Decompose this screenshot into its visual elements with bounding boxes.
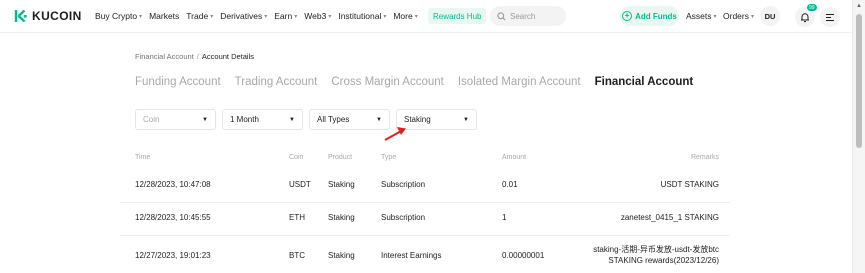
scroll-up-icon[interactable]: ▲: [856, 3, 862, 9]
cell-remarks: staking-活期-异币发放-usdt-发放btc: [593, 245, 719, 254]
nav-web3[interactable]: Web3 ▾: [304, 11, 331, 21]
cell-remarks-line2: STAKING rewards(2023/12/26): [608, 256, 719, 265]
cell-time: 12/27/2023, 19:01:23: [135, 251, 211, 260]
cell-amount: 0.00000001: [502, 251, 545, 260]
plus-icon: +: [622, 11, 633, 21]
cell-product: Staking: [328, 180, 355, 189]
cell-time: 12/28/2023, 10:47:08: [135, 180, 211, 189]
type-select[interactable]: All Types ▼: [309, 109, 390, 130]
caret-down-icon: ▼: [202, 116, 208, 123]
column-remarks: Remarks: [690, 154, 719, 161]
breadcrumb: Financial Account / Account Details: [135, 52, 254, 61]
cell-coin: ETH: [289, 213, 305, 222]
nav-earn[interactable]: Earn ▾: [274, 11, 297, 21]
nav-institutional[interactable]: Institutional ▾: [338, 11, 386, 21]
search-placeholder: Search: [510, 11, 536, 21]
nav-assets[interactable]: Assets ▾: [686, 11, 717, 21]
nav-buy-crypto[interactable]: Buy Crypto ▾: [95, 11, 142, 21]
nav-derivatives[interactable]: Derivatives ▾: [220, 11, 267, 21]
cell-product: Staking: [328, 213, 355, 222]
tab-trading-account[interactable]: Trading Account: [235, 76, 318, 88]
add-funds-label: Add Funds: [635, 11, 677, 21]
cell-remarks: USDT STAKING: [660, 180, 719, 189]
kucoin-logo-icon: [14, 9, 27, 23]
period-select[interactable]: 1 Month ▼: [222, 109, 303, 130]
nav-trade[interactable]: Trade ▾: [186, 11, 213, 21]
nav-orders[interactable]: Orders ▾: [723, 11, 754, 21]
cell-type: Subscription: [381, 180, 426, 189]
cell-remarks: zanetest_0415_1 STAKING: [620, 213, 719, 222]
search-icon: [497, 11, 506, 20]
product-select-value: Staking: [404, 115, 431, 124]
column-time: Time: [135, 154, 151, 161]
menu-button[interactable]: [820, 7, 840, 27]
cell-time: 12/28/2023, 10:45:55: [135, 213, 211, 222]
chevron-down-icon: ▾: [383, 13, 387, 20]
breadcrumb-separator: /: [196, 52, 199, 61]
caret-down-icon: ▼: [463, 116, 469, 123]
rewards-hub-button[interactable]: Rewards Hub: [428, 8, 487, 24]
kucoin-logo[interactable]: KUCOIN: [14, 9, 82, 23]
add-funds-button[interactable]: + Add Funds: [620, 6, 679, 26]
caret-down-icon: ▼: [289, 116, 295, 123]
chevron-down-icon: ▾: [414, 13, 418, 20]
nav-markets[interactable]: Markets: [149, 11, 179, 21]
chevron-down-icon: ▾: [713, 13, 717, 20]
chevron-down-icon: ▾: [750, 13, 754, 20]
tab-isolated-margin-account[interactable]: Isolated Margin Account: [458, 76, 581, 88]
chevron-down-icon: ▾: [210, 13, 214, 20]
column-amount: Amount: [502, 154, 527, 161]
brand-name: KUCOIN: [32, 9, 82, 23]
column-type: Type: [381, 154, 397, 161]
type-select-value: All Types: [317, 115, 350, 124]
cell-type: Interest Earnings: [381, 251, 442, 260]
search-input[interactable]: Search: [490, 6, 566, 26]
coin-select[interactable]: Coin ▼: [135, 109, 216, 130]
cell-coin: USDT: [289, 180, 311, 189]
main-menu: Buy Crypto ▾ Markets Trade ▾ Derivatives ▾ …: [95, 11, 425, 21]
cell-type: Subscription: [381, 213, 426, 222]
account-tabs: Funding Account Trading Account Cross Ma…: [135, 76, 707, 88]
nav-more[interactable]: More ▾: [393, 11, 417, 21]
top-navbar: KUCOIN Buy Crypto ▾ Markets Trade ▾ Deriva…: [0, 0, 852, 33]
chevron-down-icon: ▾: [328, 13, 332, 20]
column-coin: Coin: [289, 154, 304, 161]
coin-select-placeholder: Coin: [143, 115, 160, 124]
tab-cross-margin-account[interactable]: Cross Margin Account: [331, 76, 444, 88]
menu-icon: [826, 13, 834, 21]
bell-icon: [801, 12, 809, 22]
chevron-down-icon: ▾: [139, 13, 143, 20]
column-product: Product: [328, 154, 353, 161]
breadcrumb-current: Account Details: [201, 52, 254, 61]
cell-coin: BTC: [289, 251, 305, 260]
chevron-down-icon: ▾: [264, 13, 268, 20]
annotation-arrow-icon: [384, 127, 406, 141]
notification-badge: 99: [807, 4, 817, 11]
tab-financial-account[interactable]: Financial Account: [595, 76, 694, 88]
period-select-value: 1 Month: [230, 115, 259, 124]
cell-amount: 0.01: [502, 180, 518, 189]
chevron-down-icon: ▾: [294, 13, 298, 20]
breadcrumb-financial-account[interactable]: Financial Account: [135, 52, 194, 61]
tab-funding-account[interactable]: Funding Account: [135, 76, 221, 88]
cell-amount: 1: [502, 213, 507, 222]
caret-down-icon: ▼: [376, 116, 382, 123]
scroll-thumb[interactable]: [856, 14, 862, 148]
page-scrollbar[interactable]: ▲: [852, 0, 865, 273]
cell-product: Staking: [328, 251, 355, 260]
table-header: Time Coin Product Type Amount Remarks: [0, 154, 852, 164]
avatar[interactable]: DU: [760, 6, 780, 26]
